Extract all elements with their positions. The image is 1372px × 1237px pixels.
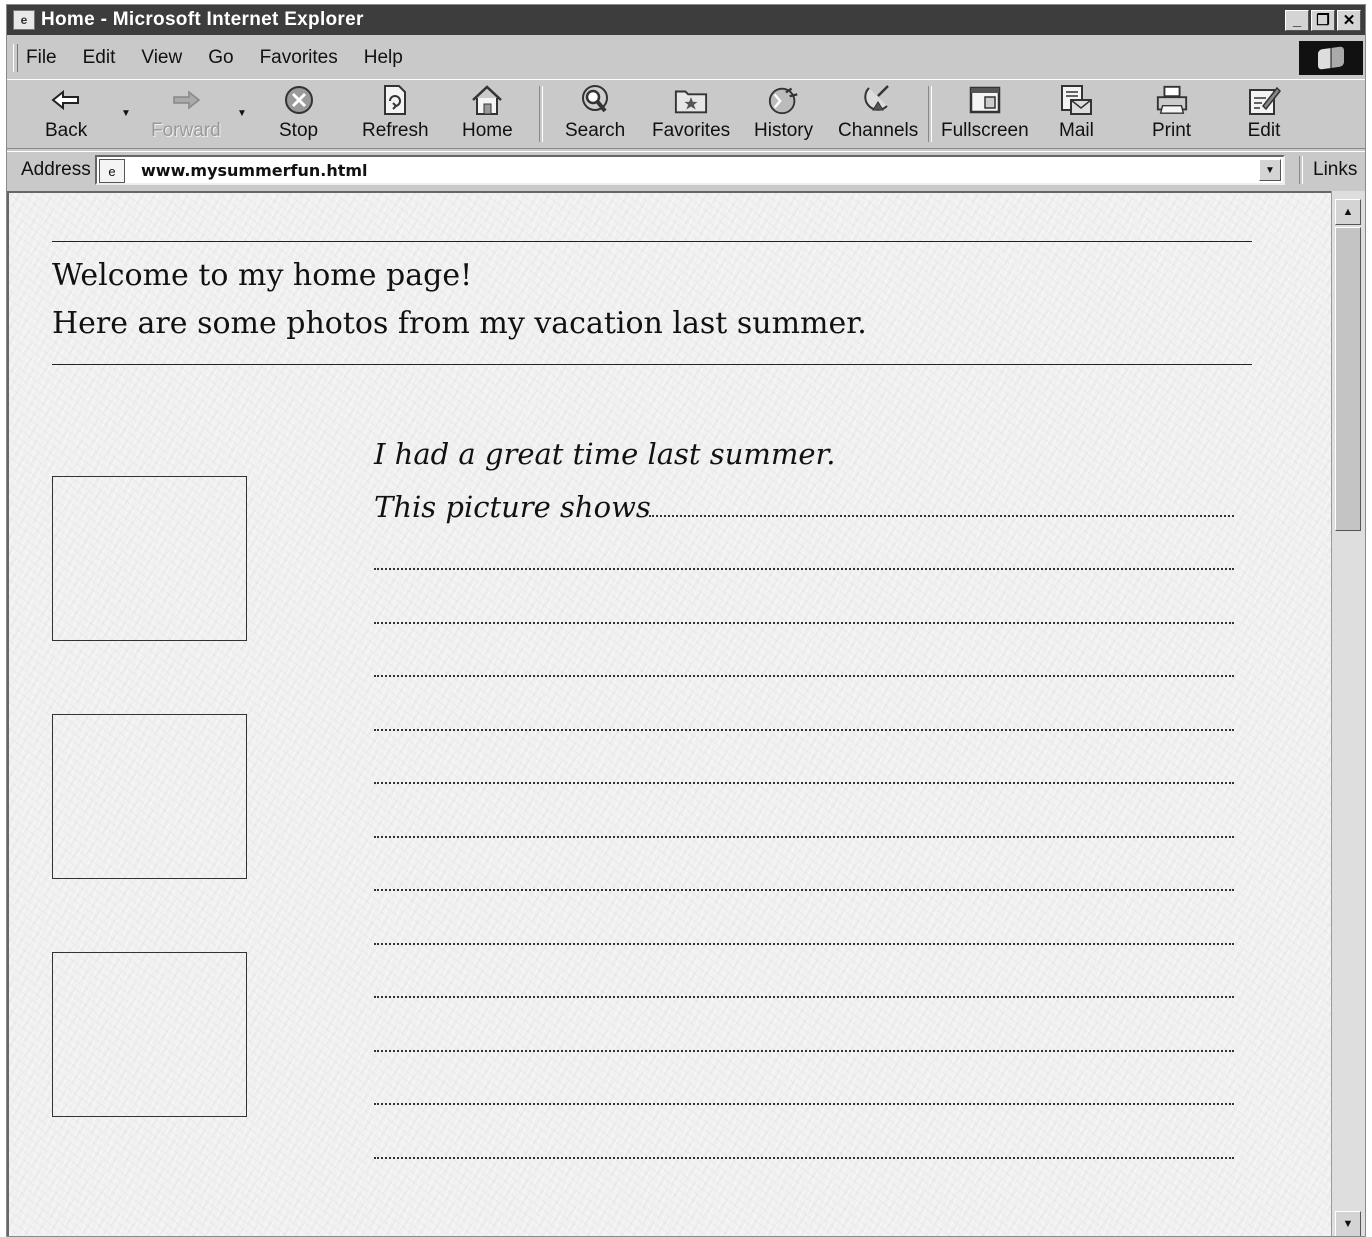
back-button[interactable]: Back [45, 84, 87, 146]
address-field[interactable]: e ▼ [95, 155, 1285, 185]
history-icon [767, 84, 801, 116]
writing-line [374, 836, 1234, 838]
maximize-button[interactable]: ❐ [1311, 10, 1335, 31]
mail-button[interactable]: Mail [1059, 84, 1094, 146]
standard-toolbar: Back ▼ Forward ▼ Stop Refresh Home Searc… [7, 79, 1365, 149]
search-button[interactable]: Search [565, 84, 625, 146]
printer-icon [1155, 84, 1189, 116]
bottom-rule [52, 364, 1252, 365]
windows-logo-throbber [1299, 41, 1363, 75]
print-button[interactable]: Print [1152, 84, 1191, 146]
fullscreen-button[interactable]: Fullscreen [941, 84, 1029, 146]
menu-favorites[interactable]: Favorites [260, 47, 338, 69]
window-title: Home - Microsoft Internet Explorer [41, 9, 364, 30]
writing-line [374, 622, 1234, 624]
home-button[interactable]: Home [462, 84, 513, 146]
writing-line [374, 1157, 1234, 1159]
scroll-thumb[interactable] [1335, 227, 1361, 531]
links-button[interactable]: Links [1313, 159, 1357, 181]
page-icon: e [99, 159, 125, 183]
mail-icon [1059, 84, 1093, 116]
writing-line [374, 729, 1234, 731]
photo-placeholder-3 [52, 952, 247, 1117]
writing-line [374, 1103, 1234, 1105]
channels-button[interactable]: Channels [838, 84, 918, 146]
writing-line [374, 1050, 1234, 1052]
fullscreen-icon [968, 84, 1002, 116]
ie-app-icon: e [13, 10, 35, 30]
links-separator [1299, 156, 1303, 184]
writing-line [374, 943, 1234, 945]
address-label: Address [21, 159, 91, 180]
writing-line [374, 675, 1234, 677]
scroll-up-button[interactable]: ▲ [1335, 199, 1361, 225]
search-icon [578, 84, 612, 116]
menu-go[interactable]: Go [208, 47, 233, 69]
windows-flag-icon [1318, 46, 1344, 70]
top-rule [52, 241, 1252, 242]
writing-line [374, 889, 1234, 891]
stop-icon [282, 84, 316, 116]
page-content: Welcome to my home page! Here are some p… [7, 191, 1331, 1236]
toolbar-separator-2 [928, 86, 932, 142]
forward-button[interactable]: Forward [151, 84, 221, 146]
subtitle-heading: Here are some photos from my vacation la… [52, 306, 867, 341]
back-dropdown-icon[interactable]: ▼ [121, 108, 131, 119]
forward-arrow-icon [169, 84, 203, 116]
forward-dropdown-icon[interactable]: ▼ [237, 108, 247, 119]
welcome-heading: Welcome to my home page! [52, 258, 473, 293]
photo-placeholder-2 [52, 714, 247, 879]
home-icon [470, 84, 504, 116]
edit-icon [1247, 84, 1281, 116]
menu-file[interactable]: File [26, 47, 57, 69]
photo-placeholder-1 [52, 476, 247, 641]
favorites-button[interactable]: Favorites [652, 84, 730, 146]
menu-grip[interactable] [13, 44, 18, 72]
stop-button[interactable]: Stop [279, 84, 318, 146]
scroll-down-button[interactable]: ▼ [1335, 1211, 1361, 1236]
refresh-icon [378, 84, 412, 116]
address-dropdown-button[interactable]: ▼ [1259, 159, 1281, 181]
menu-view[interactable]: View [141, 47, 182, 69]
edit-button[interactable]: Edit [1247, 84, 1281, 146]
channels-icon [861, 84, 895, 116]
writing-line [374, 996, 1234, 998]
caption-line-2: This picture shows [374, 490, 651, 524]
favorites-folder-icon [674, 84, 708, 116]
title-bar[interactable]: e Home - Microsoft Internet Explorer _ ❐… [7, 5, 1365, 35]
address-input[interactable] [141, 159, 1221, 181]
refresh-button[interactable]: Refresh [362, 84, 429, 146]
caption-line-1: I had a great time last summer. [374, 437, 836, 471]
menu-edit[interactable]: Edit [83, 47, 116, 69]
minimize-button[interactable]: _ [1285, 10, 1309, 31]
vertical-scrollbar[interactable]: ▲ ▼ [1331, 191, 1365, 1236]
writing-line [374, 782, 1234, 784]
close-button[interactable]: ✕ [1337, 10, 1361, 31]
address-bar: Address e ▼ Links [7, 151, 1365, 189]
history-button[interactable]: History [754, 84, 813, 146]
window-controls: _ ❐ ✕ [1285, 10, 1361, 31]
writing-line [649, 515, 1234, 517]
back-arrow-icon [49, 84, 83, 116]
browser-window: e Home - Microsoft Internet Explorer _ ❐… [6, 4, 1366, 1237]
writing-line [374, 568, 1234, 570]
toolbar-separator [539, 86, 543, 142]
menu-bar: File Edit View Go Favorites Help [7, 39, 1365, 77]
menu-help[interactable]: Help [364, 47, 403, 69]
